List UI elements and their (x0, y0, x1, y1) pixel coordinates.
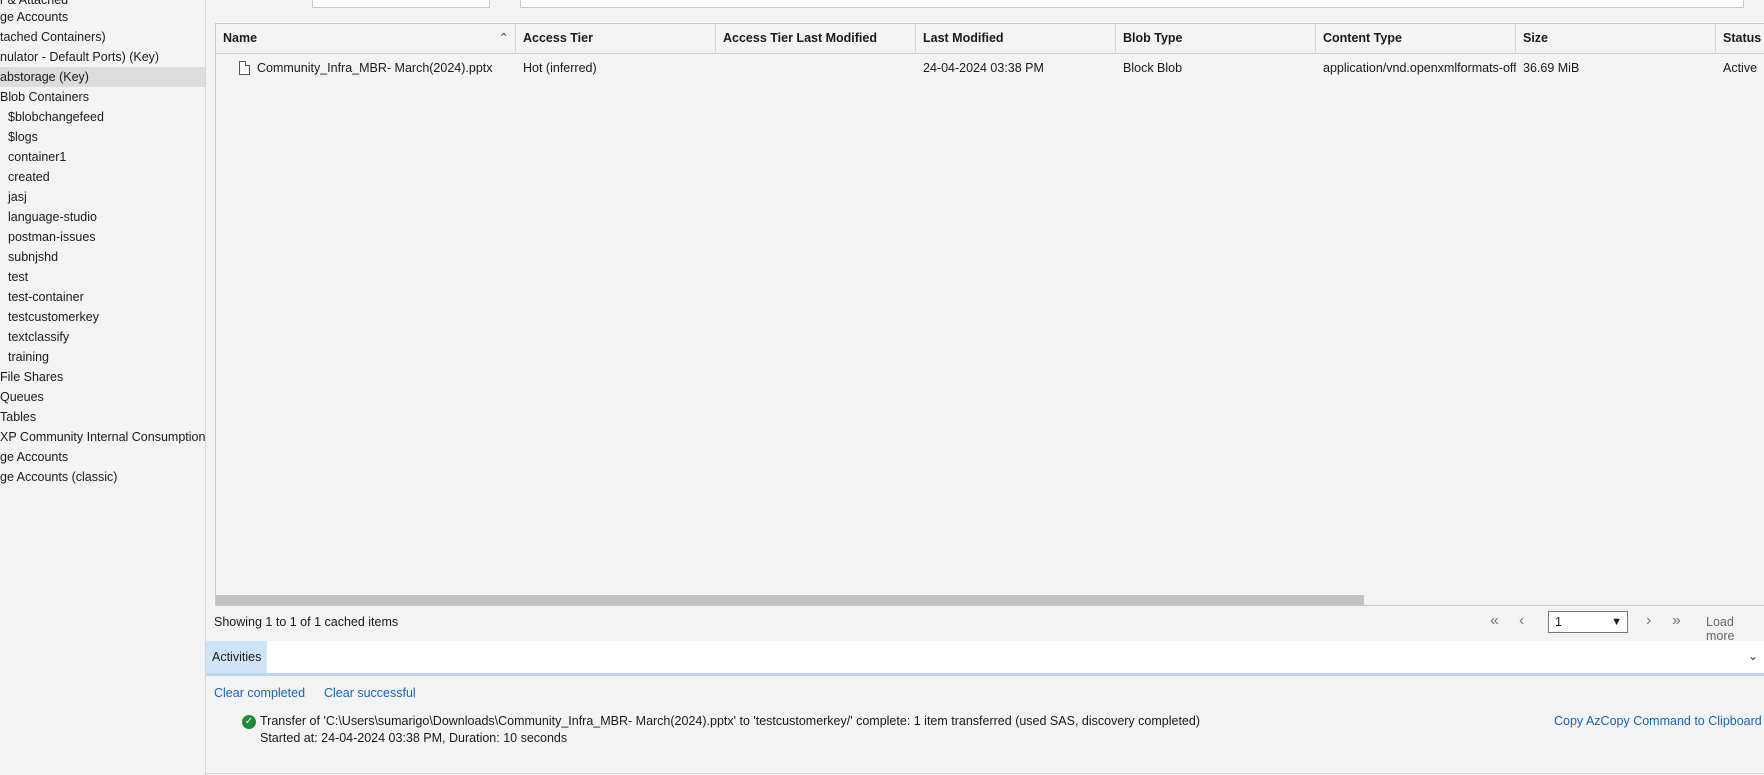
column-header-content-type[interactable]: Content Type (1316, 24, 1516, 53)
grid-footer: Showing 1 to 1 of 1 cached items « ‹ 1 ▼… (206, 608, 1764, 643)
tree-item-file-shares[interactable]: File Shares (0, 367, 63, 387)
tree-item-container[interactable]: textclassify (8, 327, 69, 347)
divider (206, 773, 1764, 774)
tree-item-container[interactable]: $blobchangefeed (8, 107, 104, 127)
tree-item-blob-containers[interactable]: Blob Containers (0, 87, 89, 107)
tree-item-attached-containers[interactable]: tached Containers) (0, 27, 106, 47)
tree-item-container[interactable]: $logs (8, 127, 38, 147)
toolbar-strip (206, 0, 1764, 20)
tree-item-container[interactable]: language-studio (8, 207, 97, 227)
tree-item-container[interactable]: created (8, 167, 50, 187)
tree-item-subscription[interactable]: XP Community Internal Consumption ( (0, 427, 205, 447)
horizontal-scrollbar[interactable] (216, 594, 1764, 605)
load-more-button[interactable]: Load more (1706, 615, 1764, 643)
file-icon (239, 61, 250, 75)
success-check-icon: ✓ (242, 715, 256, 729)
column-header-label: Name (223, 31, 258, 45)
table-row[interactable]: Community_Infra_MBR- March(2024).pptx Ho… (216, 54, 1764, 82)
tree-item-tables[interactable]: Tables (0, 407, 36, 427)
activities-panel: Clear completed Clear successful ✓ Trans… (206, 676, 1764, 775)
column-header-last-modified[interactable]: Last Modified (916, 24, 1116, 53)
copy-azcopy-command-link[interactable]: Copy AzCopy Command to Clipboard (1554, 714, 1762, 728)
tree-item-queues[interactable]: Queues (0, 387, 44, 407)
file-name: Community_Infra_MBR- March(2024).pptx (257, 61, 493, 75)
tree-item-storage-accounts-classic[interactable]: ge Accounts (classic) (0, 467, 117, 487)
chevron-down-icon: ▼ (1611, 616, 1622, 628)
tree-item-container[interactable]: testcustomerkey (8, 307, 99, 327)
clear-successful-link[interactable]: Clear successful (324, 686, 416, 700)
grid-header: Name ⌃ Access Tier Access Tier Last Modi… (216, 24, 1764, 54)
scrollbar-thumb[interactable] (216, 595, 1364, 605)
tree-item-storage-account-selected[interactable]: abstorage (Key) (0, 67, 205, 87)
column-header-name[interactable]: Name ⌃ (216, 24, 516, 53)
tree-item-container[interactable]: postman-issues (8, 227, 96, 247)
previous-page-icon[interactable]: ‹ (1519, 612, 1524, 630)
activity-transfer-text: Transfer of 'C:\Users\sumarigo\Downloads… (260, 714, 1200, 728)
cell-content-type: application/vnd.openxmlformats-offi (1323, 61, 1516, 75)
explorer-tree: r & Attached ge Accounts tached Containe… (0, 0, 206, 775)
tree-item-container[interactable]: container1 (8, 147, 66, 167)
prefix-input[interactable] (312, 0, 490, 8)
column-header-access-tier[interactable]: Access Tier (516, 24, 716, 53)
last-page-icon[interactable]: » (1672, 612, 1681, 630)
page-select-value: 1 (1555, 615, 1562, 629)
cell-access-tier-last-modified (716, 54, 916, 82)
tab-activities[interactable]: Activities (206, 641, 268, 673)
tree-item-container[interactable]: test (8, 267, 28, 287)
cell-last-modified: 24-04-2024 03:38 PM (923, 61, 1044, 75)
tree-item-emulator[interactable]: nulator - Default Ports) (Key) (0, 47, 159, 67)
chevron-down-icon[interactable]: ⌄ (1748, 649, 1758, 663)
activity-started-text: Started at: 24-04-2024 03:38 PM, Duratio… (260, 731, 568, 745)
cell-size: 36.69 MiB (1523, 61, 1580, 75)
search-input[interactable] (520, 0, 1744, 8)
tree-item-container[interactable]: jasj (8, 187, 27, 207)
cell-status: Active (1723, 61, 1758, 75)
clear-completed-link[interactable]: Clear completed (214, 686, 305, 700)
column-header-size[interactable]: Size (1516, 24, 1716, 53)
cell-access-tier: Hot (inferred) (523, 61, 597, 75)
cell-blob-type: Block Blob (1123, 61, 1183, 75)
tree-item-storage-accounts[interactable]: ge Accounts (0, 447, 68, 467)
item-count-text: Showing 1 to 1 of 1 cached items (214, 615, 399, 629)
column-header-status[interactable]: Status (1716, 24, 1764, 53)
sort-ascending-icon[interactable]: ⌃ (499, 24, 509, 53)
tree-item-storage-accounts[interactable]: ge Accounts (0, 7, 68, 27)
blob-grid: Name ⌃ Access Tier Access Tier Last Modi… (215, 23, 1764, 606)
first-page-icon[interactable]: « (1490, 612, 1499, 630)
tree-item-container[interactable]: subnjshd (8, 247, 58, 267)
column-header-access-tier-last-modified[interactable]: Access Tier Last Modified (716, 24, 916, 53)
tree-item-container[interactable]: test-container (8, 287, 84, 307)
cell-name: Community_Infra_MBR- March(2024).pptx (216, 54, 516, 82)
column-header-blob-type[interactable]: Blob Type (1116, 24, 1316, 53)
activities-tabbar: Activities ⌄ (206, 641, 1764, 676)
tree-item-container[interactable]: training (8, 347, 49, 367)
page-select[interactable]: 1 ▼ (1548, 611, 1628, 633)
next-page-icon[interactable]: › (1646, 612, 1651, 630)
storage-explorer-window: r & Attached ge Accounts tached Containe… (0, 0, 1764, 775)
